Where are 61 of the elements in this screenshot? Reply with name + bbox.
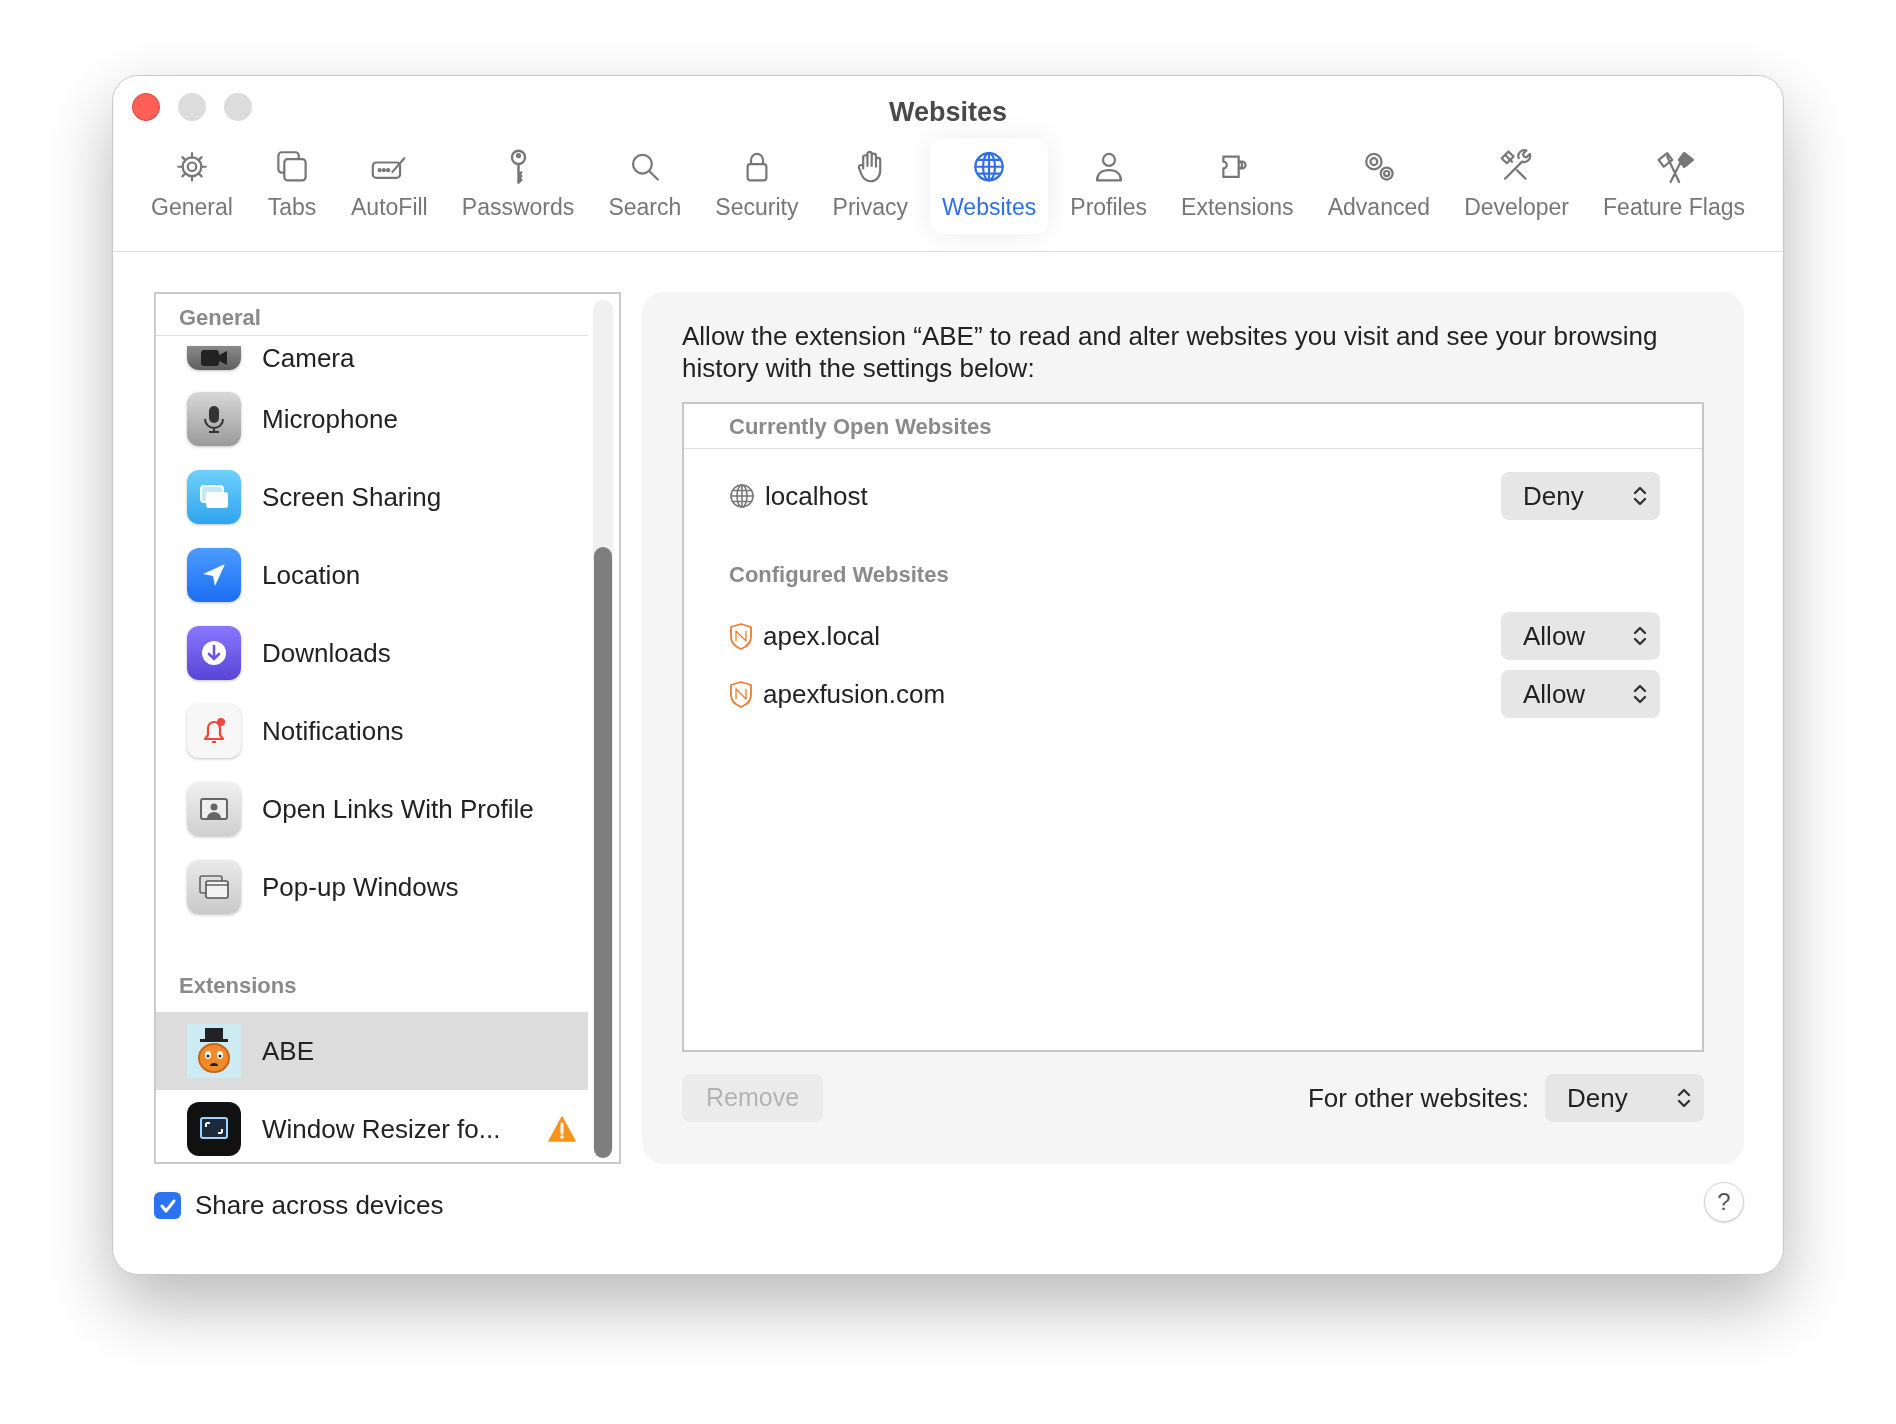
chevrons-icon (1632, 682, 1648, 706)
checkbox-label: Share across devices (195, 1189, 444, 1222)
sidebar-item[interactable]: Window Resizer fo... (156, 1090, 588, 1162)
sidebar-item[interactable]: Microphone (156, 380, 588, 458)
window-title: Websites (888, 96, 1007, 129)
toolbar-tab[interactable]: Advanced (1315, 138, 1443, 234)
globe-icon (729, 483, 755, 509)
chevrons-icon (1632, 484, 1648, 508)
chevrons-icon (1632, 624, 1648, 648)
checkbox[interactable] (154, 1192, 181, 1219)
toolbar-tab[interactable]: Profiles (1058, 138, 1159, 234)
sidebar-item[interactable]: Location (156, 536, 588, 614)
sidebar-item[interactable]: Pop-up Windows (156, 848, 588, 926)
section-header: General (179, 307, 261, 332)
permission-popup[interactable]: Allow (1501, 612, 1660, 660)
toolbar-tab[interactable]: Search (596, 138, 694, 234)
toolbar-tab[interactable]: General (139, 138, 245, 234)
section-header: Extensions (179, 972, 297, 1000)
download-app-icon (187, 626, 241, 680)
sidebar-item[interactable]: Downloads (156, 614, 588, 692)
permission-popup[interactable]: Deny (1501, 472, 1660, 520)
other-websites-label: For other websites: (1307, 1081, 1529, 1115)
toolbar-tab[interactable]: Tabs (254, 138, 329, 234)
sidebar-item[interactable]: ABE (156, 1012, 588, 1090)
camera-app-icon (187, 346, 241, 370)
description-text: Allow the extension “ABE” to read and alter websites you visit and see your browsing history with the settings below: (682, 320, 1659, 384)
website-host: localhost (765, 479, 869, 513)
close-button[interactable] (132, 93, 160, 121)
website-host: apexfusion.com (763, 677, 947, 711)
warning-icon (548, 1116, 576, 1142)
permission-popup[interactable]: Deny (1545, 1074, 1704, 1122)
sidebar-item[interactable]: Open Links With Profile (156, 770, 588, 848)
scrollbar[interactable] (593, 300, 613, 1158)
profile-app-icon (187, 782, 241, 836)
shield-icon (729, 622, 753, 650)
sidebar-item[interactable]: Notifications (156, 692, 588, 770)
toolbar-tab[interactable]: Developer (1452, 138, 1581, 234)
shield-icon (729, 680, 753, 708)
section-header: Configured Websites (729, 561, 949, 589)
toolbar-tab[interactable]: Passwords (449, 138, 587, 234)
section-header: Currently Open Websites (729, 412, 992, 441)
windows-app-icon (187, 860, 241, 914)
toolbar-tab[interactable]: Privacy (820, 138, 920, 234)
microphone-app-icon (187, 392, 241, 446)
sidebar-item[interactable]: Camera (156, 336, 588, 380)
toolbar-tab[interactable]: Feature Flags (1591, 138, 1757, 234)
location-arrow-app-icon (187, 548, 241, 602)
mascot-app-icon (187, 1024, 241, 1078)
bell-app-icon (187, 704, 241, 758)
toolbar-tab[interactable]: Extensions (1169, 138, 1306, 234)
sidebar-item[interactable]: Screen Sharing (156, 458, 588, 536)
website-host: apex.local (763, 619, 882, 653)
screens-app-icon (187, 470, 241, 524)
chevrons-icon (1676, 1086, 1692, 1110)
scrollbar-thumb[interactable] (594, 547, 612, 1158)
toolbar-tab[interactable]: AutoFill (339, 138, 440, 234)
toolbar-tab[interactable]: Websites (930, 138, 1049, 234)
permission-popup[interactable]: Allow (1501, 670, 1660, 718)
toolbar-tab[interactable]: Security (703, 138, 811, 234)
help-button[interactable]: ? (1704, 1182, 1744, 1222)
resize-app-icon (187, 1102, 241, 1156)
